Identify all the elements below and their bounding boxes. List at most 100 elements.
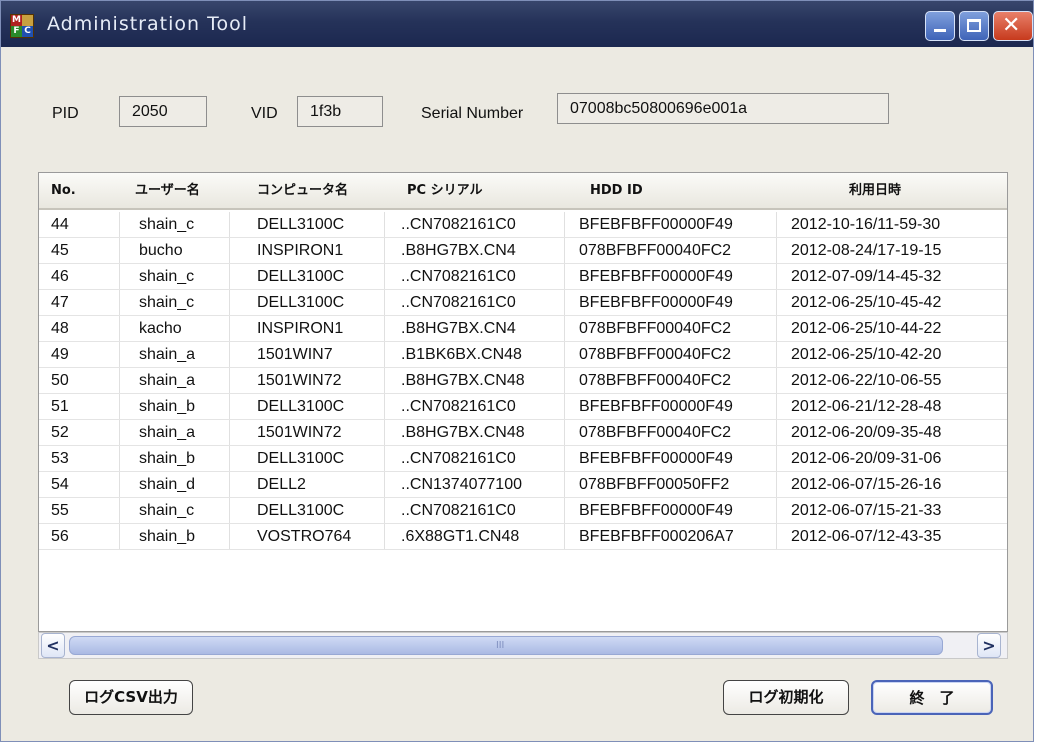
column-divider (564, 290, 565, 315)
cell-date: 2012-07-09/14-45-32 (791, 268, 942, 285)
maximize-button[interactable] (959, 11, 989, 41)
cell-date: 2012-06-22/10-06-55 (791, 372, 942, 389)
cell-date: 2012-06-20/09-35-48 (791, 424, 942, 441)
cell-hdd-id: 078BFBFF00040FC2 (579, 242, 732, 259)
column-divider (776, 498, 777, 523)
cell-computer: INSPIRON1 (257, 320, 344, 337)
cell-computer: DELL3100C (257, 398, 345, 415)
column-header-pc-serial[interactable]: PC シリアル (407, 173, 482, 208)
column-divider (776, 420, 777, 445)
minimize-button[interactable] (925, 11, 955, 41)
table-row[interactable]: 53 shain_b DELL3100C ..CN7082161C0 BFEBFBFF0… (39, 446, 1007, 472)
column-divider (119, 472, 120, 497)
cell-user: shain_b (139, 450, 196, 467)
minimize-icon (934, 29, 946, 32)
cell-no: 50 (51, 372, 69, 389)
cell-hdd-id: BFEBFBFF00000F49 (579, 268, 733, 285)
horizontal-scroll-thumb[interactable]: III (69, 636, 943, 655)
admin-tool-window: M F C Administration Tool ✕ PID 2050 VID… (0, 0, 1034, 742)
column-divider (564, 498, 565, 523)
column-divider (119, 342, 120, 367)
serial-number-label: Serial Number (421, 105, 524, 122)
table-row[interactable]: 45 bucho INSPIRON1 .B8HG7BX.CN4 078BFBFF0004… (39, 238, 1007, 264)
table-row[interactable]: 54 shain_d DELL2 ..CN1374077100 078BFBFF0005… (39, 472, 1007, 498)
column-divider (776, 524, 777, 549)
cell-no: 51 (51, 398, 69, 415)
column-divider (384, 394, 385, 419)
column-divider (384, 420, 385, 445)
cell-computer: INSPIRON1 (257, 242, 344, 259)
table-row[interactable]: 49 shain_a 1501WIN7 .B1BK6BX.CN48 078BFBFF00… (39, 342, 1007, 368)
cell-computer: DELL3100C (257, 268, 345, 285)
column-divider (776, 368, 777, 393)
column-divider (564, 264, 565, 289)
cell-computer: DELL3100C (257, 502, 345, 519)
cell-hdd-id: BFEBFBFF000206A7 (579, 528, 734, 545)
table-row[interactable]: 47 shain_c DELL3100C ..CN7082161C0 BFEBFBFF0… (39, 290, 1007, 316)
log-table[interactable]: No. ユーザー名 コンピュータ名 PC シリアル HDD ID 利用日時 44… (38, 172, 1008, 632)
table-row[interactable]: 46 shain_c DELL3100C ..CN7082161C0 BFEBFBFF0… (39, 264, 1007, 290)
app-icon: M F C (10, 14, 34, 38)
column-divider (119, 290, 120, 315)
cell-no: 48 (51, 320, 69, 337)
column-divider (564, 420, 565, 445)
cell-no: 53 (51, 450, 69, 467)
column-header-user[interactable]: ユーザー名 (135, 173, 200, 208)
column-divider (229, 394, 230, 419)
table-row[interactable]: 56 shain_b VOSTRO764 .6X88GT1.CN48 BFEBFBFF0… (39, 524, 1007, 550)
column-divider (229, 472, 230, 497)
column-divider (564, 368, 565, 393)
column-divider (119, 316, 120, 341)
cell-date: 2012-10-16/11-59-30 (791, 216, 941, 233)
cell-pc-serial: ..CN7082161C0 (401, 268, 516, 285)
column-header-date[interactable]: 利用日時 (849, 173, 901, 208)
cell-hdd-id: BFEBFBFF00000F49 (579, 294, 733, 311)
column-header-computer[interactable]: コンピュータ名 (257, 173, 348, 208)
cell-pc-serial: .B8HG7BX.CN4 (401, 242, 516, 259)
scroll-right-button[interactable]: > (977, 633, 1001, 658)
table-row[interactable]: 44 shain_c DELL3100C ..CN7082161C0 BFEBFBFF0… (39, 212, 1007, 238)
table-row[interactable]: 50 shain_a 1501WIN72 .B8HG7BX.CN48 078BFBFF0… (39, 368, 1007, 394)
cell-pc-serial: .B8HG7BX.CN48 (401, 424, 525, 441)
cell-pc-serial: .B1BK6BX.CN48 (401, 346, 522, 363)
cell-date: 2012-06-07/15-26-16 (791, 476, 942, 493)
cell-pc-serial: .B8HG7BX.CN48 (401, 372, 525, 389)
column-divider (229, 446, 230, 471)
cell-no: 49 (51, 346, 69, 363)
close-button[interactable]: ✕ (993, 11, 1033, 41)
column-divider (119, 238, 120, 263)
column-header-hdd-id[interactable]: HDD ID (590, 173, 643, 208)
cell-hdd-id: 078BFBFF00040FC2 (579, 320, 732, 337)
cell-pc-serial: ..CN7082161C0 (401, 502, 516, 519)
cell-user: bucho (139, 242, 183, 259)
column-divider (384, 342, 385, 367)
initialize-log-button[interactable]: ログ初期化 (723, 680, 849, 715)
column-header-no[interactable]: No. (51, 173, 76, 208)
cell-no: 47 (51, 294, 69, 311)
column-divider (564, 238, 565, 263)
window-title: Administration Tool (47, 13, 248, 35)
column-divider (564, 394, 565, 419)
cell-date: 2012-08-24/17-19-15 (791, 242, 942, 259)
table-row[interactable]: 52 shain_a 1501WIN72 .B8HG7BX.CN48 078BFBFF0… (39, 420, 1007, 446)
column-divider (119, 394, 120, 419)
cell-hdd-id: BFEBFBFF00000F49 (579, 450, 733, 467)
cell-user: shain_c (139, 216, 195, 233)
table-row[interactable]: 55 shain_c DELL3100C ..CN7082161C0 BFEBFBFF0… (39, 498, 1007, 524)
cell-pc-serial: .B8HG7BX.CN4 (401, 320, 516, 337)
column-divider (776, 212, 777, 237)
cell-date: 2012-06-25/10-45-42 (791, 294, 942, 311)
horizontal-scrollbar[interactable]: < III > (38, 632, 1008, 659)
cell-computer: 1501WIN72 (257, 424, 342, 441)
cell-no: 56 (51, 528, 69, 545)
title-bar[interactable]: M F C Administration Tool ✕ (1, 1, 1033, 47)
column-divider (384, 264, 385, 289)
cell-date: 2012-06-25/10-42-20 (791, 346, 942, 363)
table-row[interactable]: 48 kacho INSPIRON1 .B8HG7BX.CN4 078BFBFF0004… (39, 316, 1007, 342)
export-csv-button[interactable]: ログCSV出力 (69, 680, 193, 715)
exit-button[interactable]: 終 了 (871, 680, 993, 715)
cell-user: shain_c (139, 294, 195, 311)
table-row[interactable]: 51 shain_b DELL3100C ..CN7082161C0 BFEBFBFF0… (39, 394, 1007, 420)
column-divider (229, 420, 230, 445)
scroll-left-button[interactable]: < (41, 633, 65, 658)
